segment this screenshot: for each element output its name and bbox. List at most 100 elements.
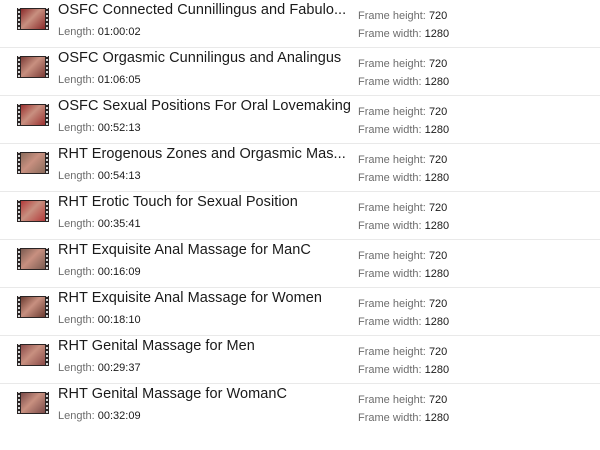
thumbnail-frame [21,9,45,29]
frame-height-label: Frame height: [358,10,426,22]
length-label: Length: [58,26,95,38]
frame-width-label: Frame width: [358,316,422,328]
frame-width-value: 1280 [424,28,450,40]
length-value: 00:29:37 [97,362,141,374]
length-field: Length: 01:06:05 [58,74,141,86]
frame-height-value: 720 [428,58,448,70]
film-sprocket-icon [45,152,49,174]
frame-height-value: 720 [428,250,448,262]
file-title: RHT Erogenous Zones and Orgasmic Mas... [58,146,346,162]
frame-height-label: Frame height: [358,394,426,406]
list-item[interactable]: RHT Erogenous Zones and Orgasmic Mas... … [0,144,600,192]
length-value: 00:18:10 [97,314,141,326]
length-label: Length: [58,314,95,326]
frame-width-value: 1280 [424,220,450,232]
frame-width-field: Frame width: 1280 [358,76,449,88]
film-sprocket-icon [45,344,49,366]
frame-height-field: Frame height: 720 [358,346,447,358]
list-item[interactable]: RHT Genital Massage for Men Length: 00:2… [0,336,600,384]
thumbnail-frame [21,249,45,269]
frame-height-field: Frame height: 720 [358,394,447,406]
frame-width-label: Frame width: [358,364,422,376]
video-thumbnail-icon [17,248,49,270]
thumbnail-frame [21,297,45,317]
frame-height-value: 720 [428,346,448,358]
frame-width-label: Frame width: [358,124,422,136]
length-label: Length: [58,218,95,230]
frame-width-label: Frame width: [358,28,422,40]
file-title: OSFC Orgasmic Cunnilingus and Analingus [58,50,342,66]
length-value: 00:32:09 [97,410,141,422]
frame-height-label: Frame height: [358,346,426,358]
length-field: Length: 00:18:10 [58,314,141,326]
list-item[interactable]: OSFC Connected Cunnillingus and Fabulo..… [0,0,600,48]
length-label: Length: [58,170,95,182]
frame-height-field: Frame height: 720 [358,202,447,214]
list-item[interactable]: RHT Exquisite Anal Massage for Women Len… [0,288,600,336]
frame-height-label: Frame height: [358,58,426,70]
frame-height-field: Frame height: 720 [358,106,447,118]
length-label: Length: [58,410,95,422]
file-title: RHT Exquisite Anal Massage for ManC [58,242,311,258]
frame-width-field: Frame width: 1280 [358,172,449,184]
film-sprocket-icon [45,248,49,270]
file-title: OSFC Connected Cunnillingus and Fabulo..… [58,2,347,18]
film-sprocket-icon [45,296,49,318]
frame-width-field: Frame width: 1280 [358,28,449,40]
frame-width-label: Frame width: [358,76,422,88]
frame-height-field: Frame height: 720 [358,298,447,310]
frame-height-label: Frame height: [358,298,426,310]
length-label: Length: [58,122,95,134]
frame-width-value: 1280 [424,364,450,376]
frame-width-value: 1280 [424,316,450,328]
frame-height-label: Frame height: [358,250,426,262]
list-item[interactable]: RHT Genital Massage for WomanC Length: 0… [0,384,600,432]
frame-height-value: 720 [428,394,448,406]
length-field: Length: 00:16:09 [58,266,141,278]
frame-height-value: 720 [428,202,448,214]
file-list: OSFC Connected Cunnillingus and Fabulo..… [0,0,600,450]
frame-height-field: Frame height: 720 [358,250,447,262]
file-title: RHT Genital Massage for WomanC [58,386,288,402]
frame-width-label: Frame width: [358,172,422,184]
length-field: Length: 00:54:13 [58,170,141,182]
length-field: Length: 00:52:13 [58,122,141,134]
length-label: Length: [58,74,95,86]
list-item[interactable]: RHT Erotic Touch for Sexual Position Len… [0,192,600,240]
frame-width-field: Frame width: 1280 [358,412,449,424]
video-thumbnail-icon [17,344,49,366]
frame-width-value: 1280 [424,124,450,136]
length-field: Length: 00:35:41 [58,218,141,230]
length-field: Length: 01:00:02 [58,26,141,38]
video-thumbnail-icon [17,152,49,174]
frame-width-label: Frame width: [358,268,422,280]
length-value: 00:35:41 [97,218,141,230]
file-title: OSFC Sexual Positions For Oral Lovemakin… [58,98,351,114]
length-value: 01:00:02 [97,26,141,38]
frame-height-value: 720 [428,106,448,118]
film-sprocket-icon [45,104,49,126]
frame-height-label: Frame height: [358,202,426,214]
frame-width-field: Frame width: 1280 [358,316,449,328]
list-item[interactable]: RHT Exquisite Anal Massage for ManC Leng… [0,240,600,288]
file-title: RHT Erotic Touch for Sexual Position [58,194,298,210]
length-value: 01:06:05 [97,74,141,86]
video-thumbnail-icon [17,8,49,30]
list-item[interactable]: OSFC Sexual Positions For Oral Lovemakin… [0,96,600,144]
film-sprocket-icon [45,8,49,30]
frame-width-field: Frame width: 1280 [358,268,449,280]
frame-height-field: Frame height: 720 [358,154,447,166]
list-item[interactable]: OSFC Orgasmic Cunnilingus and Analingus … [0,48,600,96]
frame-height-value: 720 [428,154,448,166]
length-value: 00:54:13 [97,170,141,182]
frame-width-label: Frame width: [358,220,422,232]
length-field: Length: 00:32:09 [58,410,141,422]
frame-height-label: Frame height: [358,154,426,166]
file-title: RHT Exquisite Anal Massage for Women [58,290,322,306]
frame-height-field: Frame height: 720 [358,10,447,22]
length-label: Length: [58,266,95,278]
frame-width-value: 1280 [424,268,450,280]
frame-width-value: 1280 [424,412,450,424]
video-thumbnail-icon [17,104,49,126]
frame-height-value: 720 [428,298,448,310]
